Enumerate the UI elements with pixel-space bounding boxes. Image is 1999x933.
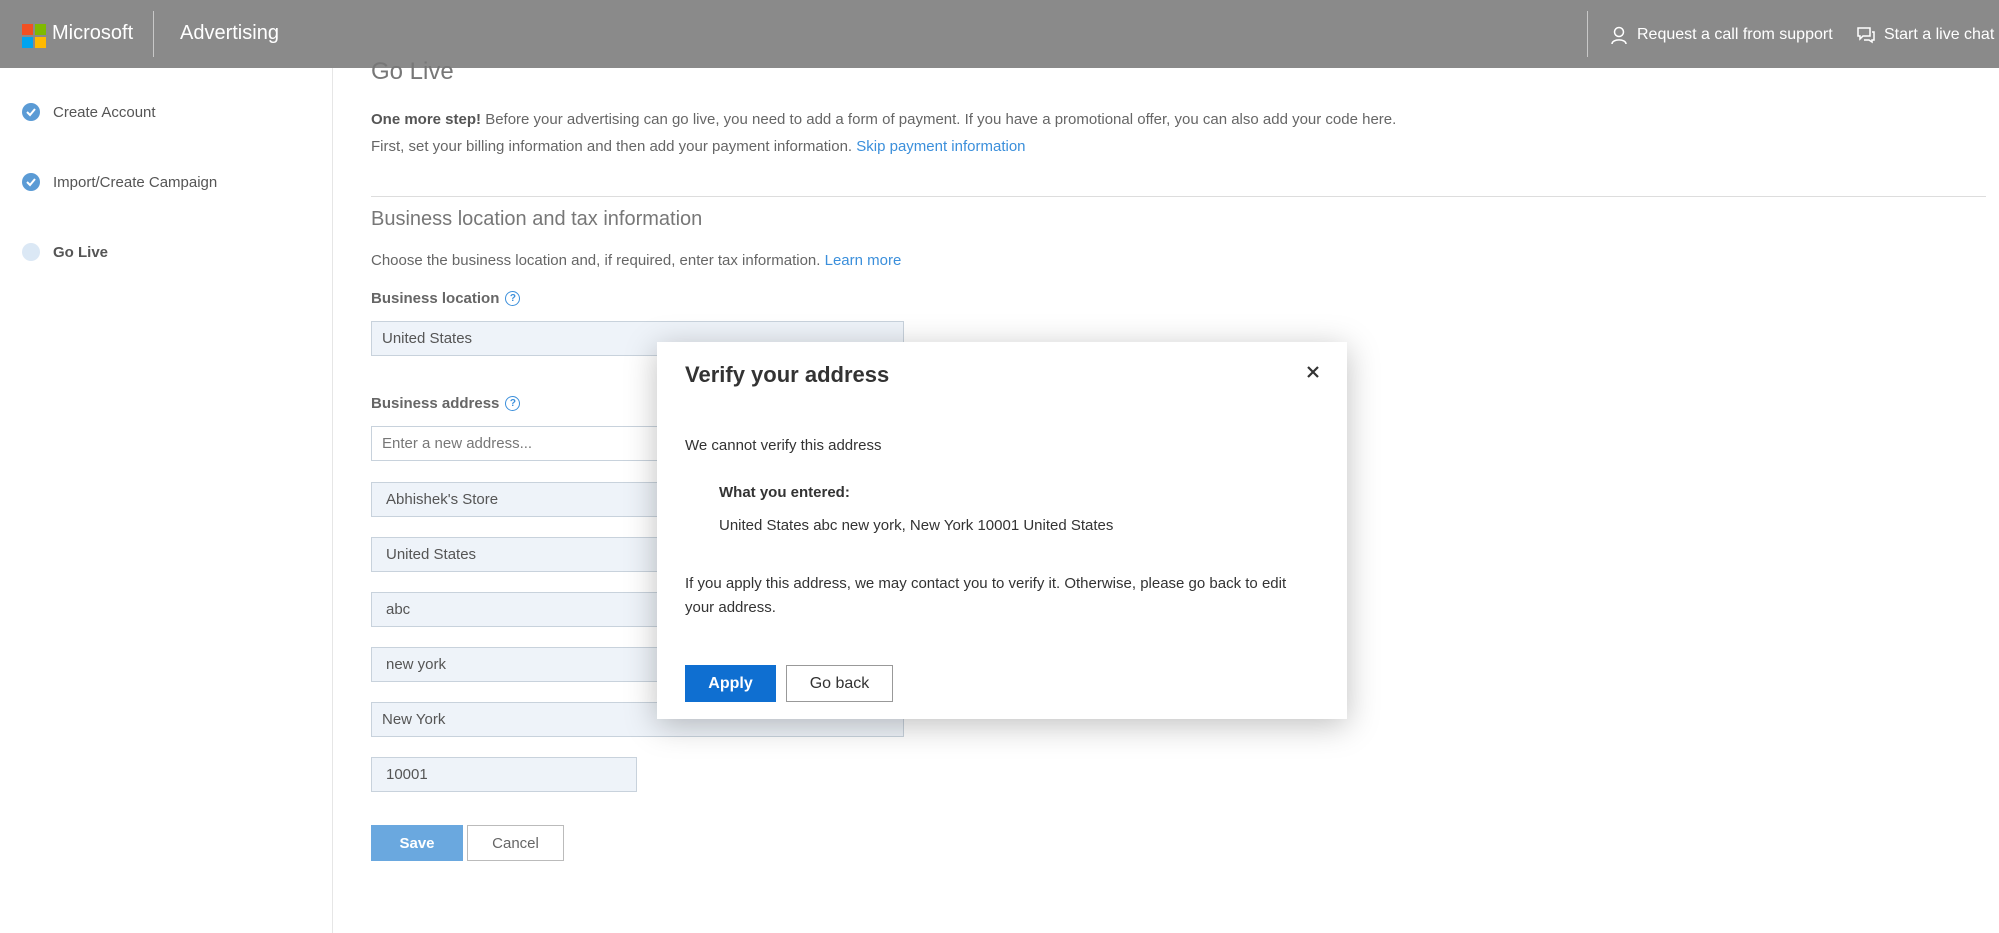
chat-icon [1857,27,1875,44]
business-location-label: Business location ? [371,290,521,307]
product-name[interactable]: Advertising [180,22,279,45]
section-title: Business location and tax information [371,208,703,230]
step-go-live[interactable]: Go Live [22,243,108,261]
step-import-create-campaign[interactable]: Import/Create Campaign [22,173,217,191]
request-call-link[interactable]: Request a call from support [1609,25,1833,45]
top-header: Microsoft Advertising Request a call fro… [0,0,1999,68]
brand-name[interactable]: Microsoft [52,22,133,45]
save-button[interactable]: Save [371,825,463,861]
step-create-account[interactable]: Create Account [22,103,156,121]
help-icon[interactable]: ? [505,291,521,306]
skip-payment-link[interactable]: Skip payment information [856,138,1025,155]
live-chat-label: Start a live chat [1884,26,1995,43]
learn-more-link[interactable]: Learn more [825,252,902,269]
header-divider [153,11,154,57]
go-back-button[interactable]: Go back [786,665,893,702]
dialog-message: We cannot verify this address [685,437,882,454]
progress-sidebar: Create Account Import/Create Campaign Go… [0,68,333,933]
verify-address-dialog: Verify your address We cannot verify thi… [657,342,1347,719]
label-text: Business address [371,395,500,412]
intro-body: Before your advertising can go live, you… [481,111,1397,128]
live-chat-link[interactable]: Start a live chat [1856,25,1994,45]
business-address-label: Business address ? [371,395,521,412]
check-icon [22,103,40,121]
close-icon[interactable] [1301,360,1325,384]
person-icon [1611,26,1627,45]
dialog-note: If you apply this address, we may contac… [685,575,1287,616]
help-icon[interactable]: ? [505,396,521,411]
microsoft-logo-icon[interactable] [22,24,46,48]
cancel-button[interactable]: Cancel [467,825,564,861]
step-label: Create Account [53,103,156,121]
step-label: Import/Create Campaign [53,173,218,191]
intro-bold: One more step! [371,111,482,128]
dialog-title: Verify your address [685,362,890,387]
entered-address-value: United States abc new york, New York 100… [719,517,1114,534]
entered-address-label: What you entered: [719,484,850,501]
divider [371,196,1986,197]
step-label: Go Live [53,243,109,261]
section-description: Choose the business location and, if req… [371,252,901,269]
header-divider [1587,11,1588,57]
section-desc-text: Choose the business location and, if req… [371,252,825,269]
page-title: Go Live [371,58,454,85]
check-icon [22,173,40,191]
current-step-dot-icon [22,243,40,261]
zip-field[interactable]: 10001 [371,757,637,792]
request-call-label: Request a call from support [1637,26,1833,43]
intro-line2: First, set your billing information and … [371,138,857,155]
apply-button[interactable]: Apply [685,665,776,702]
label-text: Business location [371,290,500,307]
intro-text: One more step! Before your advertising c… [371,106,1671,160]
